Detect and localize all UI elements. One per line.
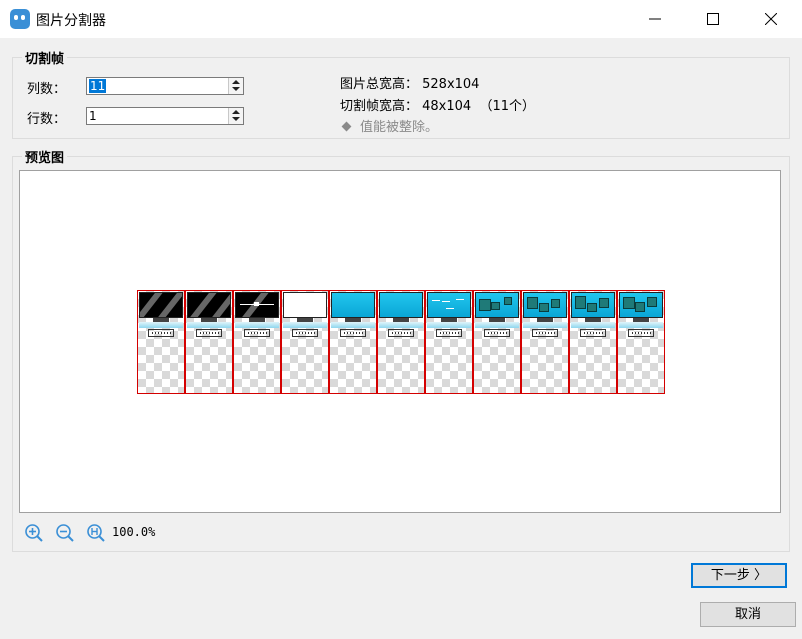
columns-stepper[interactable] <box>228 78 243 94</box>
rows-value[interactable]: 1 <box>89 109 97 123</box>
monitor-screen <box>475 292 519 318</box>
monitor-screen <box>619 292 663 318</box>
rows-stepper[interactable] <box>228 108 243 124</box>
minimize-icon <box>649 18 661 20</box>
frame-tile <box>185 290 233 394</box>
arrow-up-icon[interactable] <box>232 80 240 84</box>
keyboard-icon <box>436 329 462 337</box>
keyboard-icon <box>580 329 606 337</box>
keyboard-icon <box>148 329 174 337</box>
keyboard-icon <box>532 329 558 337</box>
monitor-screen <box>283 292 327 318</box>
preview-canvas[interactable] <box>19 170 781 513</box>
title-bar: 图片分割器 <box>0 0 802 38</box>
keyboard-icon <box>292 329 318 337</box>
zoom-in-icon[interactable] <box>24 523 44 543</box>
monitor-screen <box>187 292 231 318</box>
total-size-info: 图片总宽高： 528x104 <box>340 77 480 92</box>
frame-tile <box>377 290 425 394</box>
arrow-up-icon[interactable] <box>232 110 240 114</box>
frame-tile <box>473 290 521 394</box>
window-title: 图片分割器 <box>36 13 106 29</box>
frame-tile <box>617 290 665 394</box>
close-icon <box>765 13 777 25</box>
frame-tile <box>329 290 377 394</box>
monitor-screen <box>139 292 183 318</box>
divisible-note: 值能被整除。 <box>340 116 438 135</box>
columns-value[interactable]: 11 <box>89 79 107 93</box>
zoom-reset-icon[interactable] <box>86 523 106 543</box>
monitor-screen <box>379 292 423 318</box>
rows-label: 行数： <box>27 112 67 127</box>
frame-tile <box>425 290 473 394</box>
maximize-icon <box>707 13 719 25</box>
arrow-down-icon[interactable] <box>232 87 240 91</box>
monitor-screen <box>571 292 615 318</box>
keyboard-icon <box>340 329 366 337</box>
monitor-screen <box>523 292 567 318</box>
divisible-note-text: 值能被整除。 <box>360 120 439 135</box>
keyboard-icon <box>388 329 414 337</box>
monitor-screen <box>427 292 471 318</box>
monitor-screen <box>235 292 279 318</box>
arrow-down-icon[interactable] <box>232 117 240 121</box>
columns-spinbox[interactable]: 11 <box>86 77 244 95</box>
rows-spinbox[interactable]: 1 <box>86 107 244 125</box>
frame-tile <box>521 290 569 394</box>
keyboard-icon <box>196 329 222 337</box>
app-icon <box>10 9 30 29</box>
keyboard-icon <box>628 329 654 337</box>
frames-strip <box>137 290 665 394</box>
cancel-button[interactable]: 取消 <box>700 602 796 627</box>
keyboard-icon <box>484 329 510 337</box>
frame-size-info: 切割帧宽高： 48x104 （11个） <box>340 99 535 114</box>
monitor-screen <box>331 292 375 318</box>
keyboard-icon <box>244 329 270 337</box>
preview-title: 预览图 <box>22 147 68 166</box>
frame-tile <box>137 290 185 394</box>
zoom-out-icon[interactable] <box>55 523 75 543</box>
diamond-icon <box>341 121 352 132</box>
split-frames-title: 切割帧 <box>22 48 68 67</box>
frame-tile <box>233 290 281 394</box>
minimize-button[interactable] <box>626 0 684 38</box>
columns-label: 列数： <box>27 82 67 97</box>
frame-tile <box>281 290 329 394</box>
frame-tile <box>569 290 617 394</box>
maximize-button[interactable] <box>684 0 742 38</box>
close-button[interactable] <box>742 0 800 38</box>
next-button[interactable]: 下一步 〉 <box>691 563 787 588</box>
zoom-level: 100.0% <box>112 525 156 539</box>
